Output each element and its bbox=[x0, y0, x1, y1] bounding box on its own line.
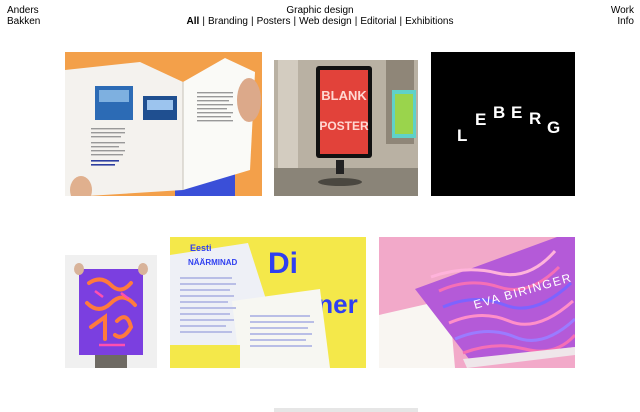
filter-separator: | bbox=[399, 16, 403, 27]
filter-separator: | bbox=[293, 16, 297, 27]
diner-fragment-eesti: Eesti bbox=[190, 243, 212, 253]
category-nav: Graphic design All | Branding | Posters | Web … bbox=[0, 5, 640, 27]
filter-separator: | bbox=[202, 16, 205, 27]
book-spread-image bbox=[65, 52, 262, 196]
neon-poster-image bbox=[65, 255, 157, 368]
filter-posters[interactable]: Posters bbox=[257, 16, 291, 27]
blank-poster-image: BLANK POSTER bbox=[274, 60, 418, 196]
leberg-letter-e1: E bbox=[475, 110, 486, 129]
diner-print-image: Di iner Eesti NÄÄRMINAD bbox=[170, 237, 366, 368]
filter-list: All | Branding | Posters | Web design | Editoria… bbox=[0, 16, 640, 27]
filter-web-design[interactable]: Web design bbox=[299, 16, 352, 27]
project-tile-leberg[interactable]: L E B E R G bbox=[431, 52, 575, 196]
leberg-letter-e2: E bbox=[511, 103, 522, 122]
section-title: Graphic design bbox=[286, 5, 354, 16]
project-tile-eva-book[interactable]: EVA BIRINGER bbox=[379, 237, 575, 368]
next-row-tile-edge bbox=[274, 408, 418, 412]
project-tile-neon-poster[interactable] bbox=[65, 255, 157, 368]
filter-exhibitions[interactable]: Exhibitions bbox=[405, 16, 453, 27]
filter-branding[interactable]: Branding bbox=[208, 16, 248, 27]
nav-work-link[interactable]: Work bbox=[611, 5, 634, 16]
diner-fragment-di: Di bbox=[268, 247, 298, 280]
leberg-letter-l: L bbox=[457, 126, 467, 145]
filter-separator: | bbox=[250, 16, 254, 27]
project-tile-blank-poster[interactable]: BLANK POSTER bbox=[274, 60, 418, 196]
blank-text: BLANK bbox=[321, 88, 367, 103]
filter-editorial[interactable]: Editorial bbox=[360, 16, 396, 27]
leberg-letter-g: G bbox=[547, 118, 560, 137]
leberg-letter-b: B bbox=[493, 103, 505, 122]
leberg-letter-r: R bbox=[529, 109, 541, 128]
leberg-logo-image: L E B E R G bbox=[431, 52, 575, 196]
main-nav: Work Info bbox=[611, 5, 634, 27]
project-tile-diner[interactable]: Di iner Eesti NÄÄRMINAD bbox=[170, 237, 366, 368]
diner-fragment-naarminad: NÄÄRMINAD bbox=[188, 258, 238, 267]
filter-all[interactable]: All bbox=[187, 16, 200, 27]
poster-text: POSTER bbox=[319, 119, 369, 133]
nav-info-link[interactable]: Info bbox=[611, 16, 634, 27]
eva-book-image: EVA BIRINGER bbox=[379, 237, 575, 368]
project-tile-book-spread[interactable] bbox=[65, 52, 262, 196]
